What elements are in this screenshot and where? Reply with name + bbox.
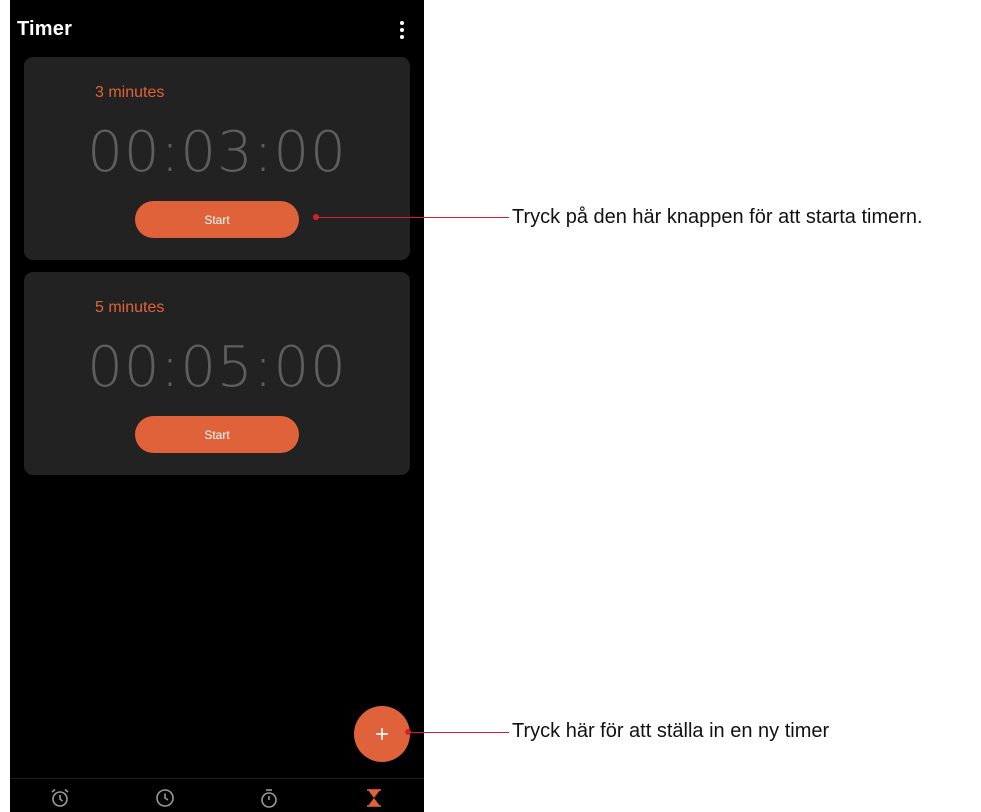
more-vert-icon[interactable] [392, 18, 412, 42]
screenshot-stage: Timer 3 minutes 00:03:00 Start 5 minutes… [0, 0, 981, 812]
annotation-line [408, 732, 509, 733]
stopwatch-icon [261, 789, 277, 808]
clock-icon [156, 789, 174, 807]
start-button[interactable]: Start [135, 416, 299, 453]
phone-screen: Timer 3 minutes 00:03:00 Start 5 minutes… [10, 0, 424, 812]
timer-time: 00:03:00 [87, 120, 347, 185]
annotation-line [316, 217, 509, 218]
alarm-icon [51, 788, 69, 807]
timer-label: 3 minutes [95, 84, 165, 101]
nav-item-stopwatch[interactable] [256, 785, 282, 811]
timer-time: 00:05:00 [87, 335, 347, 400]
nav-item-timer[interactable] [361, 785, 387, 811]
menu-dot [400, 35, 404, 39]
annotation-start-timer: Tryck på den här knappen för att starta … [512, 206, 923, 228]
nav-item-clock[interactable] [152, 785, 178, 811]
hourglass-icon [367, 789, 381, 807]
menu-dot [400, 21, 404, 25]
page-title: Timer [17, 18, 73, 40]
timer-card[interactable]: 3 minutes 00:03:00 Start [24, 57, 410, 260]
menu-dot [400, 28, 404, 32]
timer-card[interactable]: 5 minutes 00:05:00 Start [24, 272, 410, 475]
start-button[interactable]: Start [135, 201, 299, 238]
timer-label: 5 minutes [95, 299, 165, 316]
bottom-navigation [10, 778, 424, 812]
add-timer-button[interactable] [354, 706, 410, 762]
plus-icon [376, 728, 388, 740]
app-bar: Timer [10, 0, 424, 56]
annotation-add-timer: Tryck här för att ställa in en ny timer [512, 720, 830, 742]
nav-item-alarm[interactable] [47, 785, 73, 811]
